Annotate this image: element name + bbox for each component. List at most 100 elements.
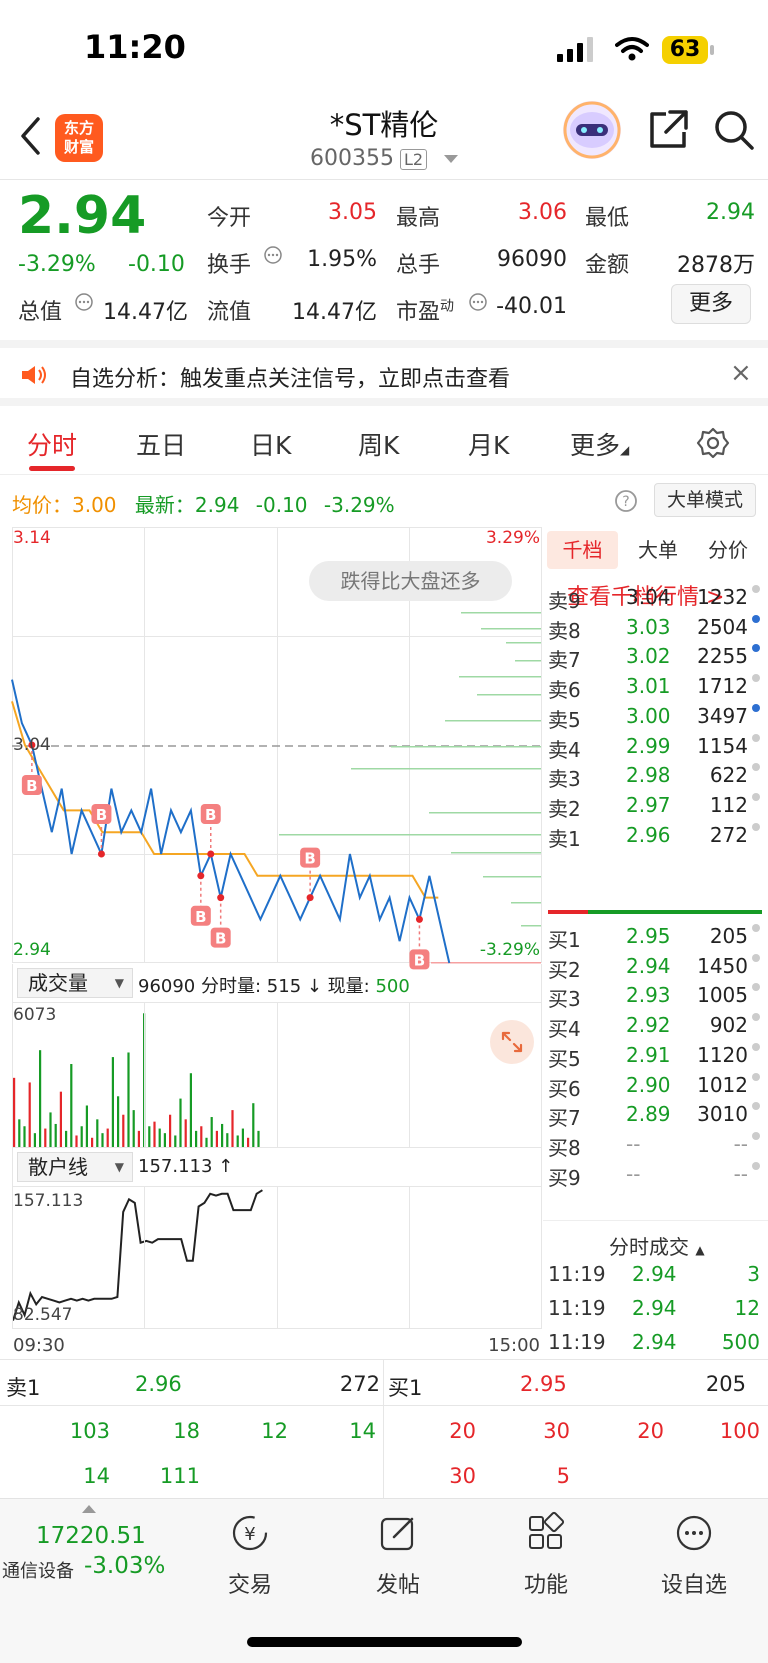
bid-label: 买1 (548, 928, 581, 952)
order-dot (752, 674, 760, 683)
ask-row[interactable]: 卖9 3.04 1232 (548, 583, 762, 614)
depth-bar (461, 612, 541, 614)
depth-bar (279, 834, 541, 836)
expand-icon (501, 1031, 523, 1053)
bid-volume: -- (733, 1131, 748, 1156)
bid-price: 2.91 (626, 1042, 671, 1067)
volume-header: 成交量 ▼ 96090 分时量: 515 ↓ 现量: 500 (12, 964, 542, 1002)
ask-row[interactable]: 卖5 3.00 3497 (548, 702, 762, 733)
ask-volume: 3497 (697, 703, 748, 728)
bid-row[interactable]: 买3 2.93 1005 (548, 981, 762, 1012)
ask-label: 卖1 (548, 826, 581, 851)
depth-bar (459, 676, 541, 678)
grid-line (144, 1186, 145, 1329)
svg-text:B: B (304, 850, 315, 868)
ob-tab-thousand[interactable]: 千档 (547, 531, 618, 569)
bid-ask-ratio-bar-sell (548, 910, 588, 914)
nav-functions[interactable]: 功能 (491, 1511, 601, 1599)
nav-add-watchlist[interactable]: 设自选 (639, 1511, 749, 1599)
order-dot (752, 953, 760, 962)
depth-bar (477, 694, 541, 696)
sell-queue-order: 111 (159, 1464, 200, 1488)
trade-price: 2.94 (632, 1262, 677, 1286)
bid-row[interactable]: 买8 -- -- (548, 1130, 762, 1161)
grid-line (277, 1002, 278, 1148)
order-dot (752, 763, 760, 772)
trade-row: 11:19 2.94 500 (548, 1328, 762, 1359)
b-marker[interactable]: B (200, 804, 221, 824)
bid-volume: 902 (709, 1013, 748, 1038)
bid-price: -- (626, 1161, 641, 1186)
y-top-label: 3.14 (13, 528, 51, 548)
bid-row[interactable]: 买5 2.91 1120 (548, 1041, 762, 1072)
b-marker[interactable]: B (210, 927, 231, 948)
order-dot (752, 585, 760, 593)
retail-top-label: 157.113 (13, 1191, 84, 1211)
order-dot (752, 792, 760, 801)
b-marker[interactable]: B (21, 775, 42, 795)
ask-price: 3.01 (626, 674, 671, 699)
trades-title[interactable]: 分时成交 ▲ (609, 1231, 705, 1260)
depth-bar (429, 812, 541, 814)
bid-row[interactable]: 买4 2.92 902 (548, 1011, 762, 1042)
nav-post[interactable]: 发帖 (343, 1511, 453, 1599)
tooltip-bubble: 跌得比大盘还多 (309, 561, 512, 601)
bid-label: 买7 (548, 1106, 581, 1131)
pct-bottom-label: -3.29% (479, 940, 540, 960)
ask-row[interactable]: 卖6 3.01 1712 (548, 672, 762, 703)
order-dot (752, 733, 760, 742)
b-marker[interactable]: B (190, 905, 211, 926)
bid-label: 买5 (548, 1046, 581, 1071)
ask-label: 卖5 (548, 707, 581, 732)
ask-row[interactable]: 卖1 2.96 272 (548, 821, 762, 852)
svg-text:B: B (26, 777, 37, 795)
bid-volume: 205 (709, 924, 748, 948)
trade-time: 11:19 (548, 1262, 606, 1286)
ask-row[interactable]: 卖4 2.99 1154 (548, 732, 762, 763)
x-end-label: 15:00 (488, 1335, 540, 1356)
ask-row[interactable]: 卖2 2.97 112 (548, 791, 762, 822)
buy-queue-header: 买1 2.95 205 (384, 1360, 768, 1406)
bid-price: 2.93 (626, 983, 671, 1008)
b-marker[interactable]: B (91, 804, 112, 824)
ob-tab-price[interactable]: 分价 (693, 531, 763, 569)
ask-label: 卖8 (548, 618, 581, 643)
b-marker[interactable]: B (300, 847, 321, 868)
volume-indicator-select[interactable]: 成交量 ▼ (17, 968, 133, 998)
order-dot (752, 1131, 760, 1140)
nav-trade-label: 交易 (227, 1573, 272, 1598)
bid-row[interactable]: 买1 2.95 205 (548, 922, 762, 953)
grid-icon (529, 1511, 565, 1549)
bid-volume: -- (733, 1161, 748, 1186)
ask-volume: 1232 (697, 585, 748, 609)
ask-volume: 272 (709, 822, 748, 847)
avg-price-line (11, 701, 439, 899)
bid-row[interactable]: 买6 2.90 1012 (548, 1071, 762, 1102)
ask-row[interactable]: 卖3 2.98 622 (548, 761, 762, 792)
ob-tab-big-order[interactable]: 大单 (623, 531, 693, 569)
yen-cycle-icon: ¥ (232, 1515, 268, 1551)
retail-indicator-select[interactable]: 散户线 ▼ (17, 1152, 133, 1182)
nav-post-label: 发帖 (375, 1573, 420, 1598)
ask-row[interactable]: 卖7 3.02 2255 (548, 642, 762, 673)
order-dot (752, 614, 760, 623)
sector-name: 通信设备 (2, 1561, 74, 1582)
bid-row[interactable]: 买7 2.89 3010 (548, 1100, 762, 1131)
trade-price: 2.94 (632, 1330, 677, 1354)
bid-price: -- (626, 1131, 641, 1156)
ask-label: 卖3 (548, 767, 581, 792)
more-dots-icon (676, 1515, 712, 1551)
ask-row[interactable]: 卖8 3.03 2504 (548, 613, 762, 644)
expand-button[interactable] (490, 1020, 534, 1064)
bid-label: 买9 (548, 1165, 581, 1190)
home-indicator (247, 1637, 522, 1647)
sector-index[interactable]: 17220.51 通信设备 -3.03% (0, 1505, 180, 1595)
ask-label: 卖2 (548, 796, 581, 821)
bid-row[interactable]: 买9 -- -- (548, 1160, 762, 1191)
bid-label: 买8 (548, 1135, 581, 1160)
bid-row[interactable]: 买2 2.94 1450 (548, 952, 762, 983)
buy-queue-order: 20 (637, 1419, 664, 1443)
bid-volume: 1450 (697, 953, 748, 978)
nav-trade[interactable]: ¥ 交易 (195, 1511, 305, 1599)
bid-label: 买4 (548, 1017, 581, 1042)
